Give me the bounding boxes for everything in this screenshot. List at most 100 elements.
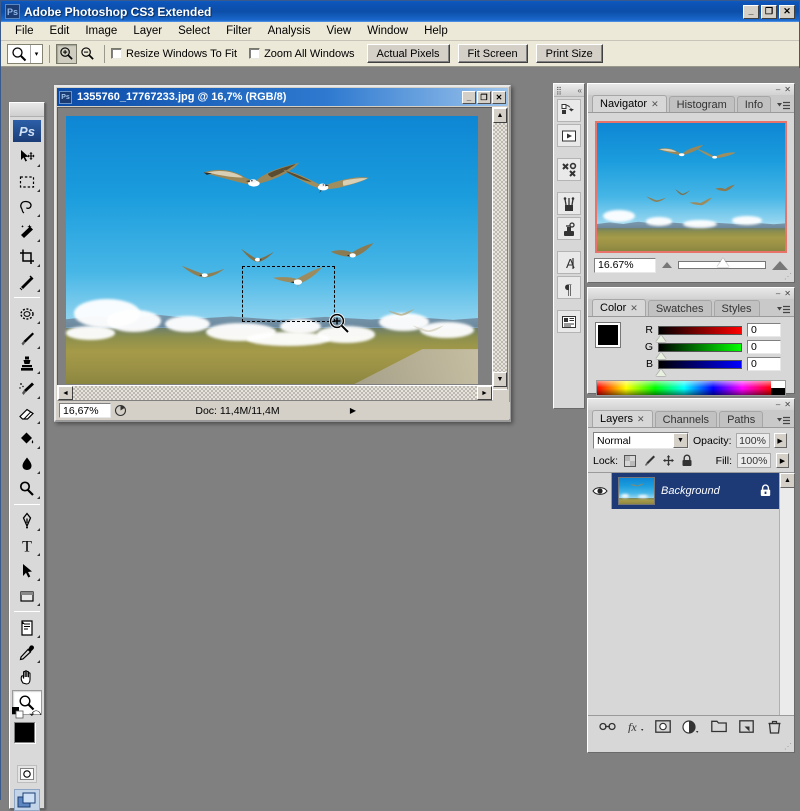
color-panel-menu-icon[interactable] [777,305,791,316]
tab-paths[interactable]: Paths [719,411,764,427]
menu-layer[interactable]: Layer [125,23,170,39]
maximize-button[interactable]: ❐ [761,4,777,19]
menu-view[interactable]: View [318,23,359,39]
table-row[interactable]: Background [588,473,794,509]
navigator-thumbnail-wrap[interactable] [588,113,794,257]
blue-slider-knob[interactable] [656,368,666,376]
layer-scroll-up-button[interactable]: ▲ [780,473,795,488]
zoom-all-windows-checkbox[interactable] [249,48,261,59]
brush-tool[interactable] [12,326,42,351]
slice-tool[interactable] [12,269,42,294]
eyedropper-tool[interactable] [12,640,42,665]
green-slider-track[interactable] [656,342,742,359]
actions-panel-icon[interactable] [557,124,581,147]
type-tool[interactable]: T [12,533,42,558]
layers-panel-menu-icon[interactable] [777,416,791,427]
document-preview-icon[interactable] [111,403,129,418]
layer-comps-panel-icon[interactable] [557,310,581,333]
scroll-right-button[interactable]: ► [477,386,492,400]
menu-help[interactable]: Help [416,23,456,39]
color-foreground-swatch[interactable] [595,322,621,348]
crop-tool[interactable] [12,244,42,269]
layers-minimize-icon[interactable]: – [776,400,780,409]
color-spectrum-ramp[interactable] [596,380,786,396]
close-button[interactable]: ✕ [779,4,795,19]
link-layers-icon[interactable] [599,718,617,736]
layer-list-scrollbar[interactable]: ▲ [779,473,795,715]
screen-mode-icon[interactable] [14,789,40,811]
print-size-button[interactable]: Print Size [535,44,603,63]
navigator-panel-menu-icon[interactable] [777,101,791,112]
menu-select[interactable]: Select [170,23,218,39]
color-close-icon[interactable]: ✕ [784,289,791,298]
notes-tool[interactable] [12,615,42,640]
clone-stamp-tool[interactable] [12,351,42,376]
resize-windows-checkbox[interactable] [111,48,122,59]
brushes-panel-icon[interactable] [557,192,581,215]
clone-source-panel-icon[interactable] [557,217,581,240]
current-tool-selector[interactable]: ▾ [7,43,43,64]
layer-name[interactable]: Background [661,485,759,497]
canvas-area[interactable] [57,107,493,390]
document-zoom-field[interactable]: 16,67% [59,403,111,418]
history-brush-tool[interactable] [12,376,42,401]
healing-brush-tool[interactable] [12,301,42,326]
navigator-thumbnail[interactable] [595,121,787,253]
new-layer-icon[interactable] [737,718,755,736]
adjustment-layer-icon[interactable] [682,718,700,736]
document-horizontal-scrollbar[interactable]: ◄ ► [57,385,493,401]
navigator-close-icon[interactable]: ✕ [784,85,791,94]
document-maximize-button[interactable]: ❐ [477,90,491,104]
pen-tool[interactable] [12,508,42,533]
character-panel-icon[interactable]: A [557,251,581,274]
menu-image[interactable]: Image [77,23,125,39]
layer-visibility-toggle[interactable] [588,473,612,509]
foreground-color-swatch[interactable] [14,722,35,743]
tool-presets-panel-icon[interactable] [557,158,581,181]
lasso-tool[interactable] [12,194,42,219]
tab-color[interactable]: Color ✕ [592,299,646,316]
document-close-button[interactable]: ✕ [492,90,506,104]
horizontal-scroll-track[interactable] [73,386,477,400]
zoom-in-large-icon[interactable] [772,260,788,270]
tab-navigator-close-icon[interactable]: ✕ [651,99,659,110]
green-value-field[interactable]: 0 [747,340,781,354]
fill-field[interactable]: 100% [737,453,771,468]
opacity-field[interactable]: 100% [735,433,770,448]
blend-mode-select[interactable]: Normal ▼ [593,432,689,449]
minimize-button[interactable]: _ [743,4,759,19]
paint-bucket-tool[interactable] [12,426,42,451]
document-title-bar[interactable]: Ps 1355760_17767233.jpg @ 16,7% (RGB/8) … [57,88,508,106]
move-tool[interactable] [12,144,42,169]
tools-palette-grip[interactable] [10,103,44,117]
layer-style-icon[interactable]: fx [627,718,645,736]
navigator-minimize-icon[interactable]: – [776,85,780,94]
history-panel-icon[interactable] [557,99,581,122]
delete-layer-icon[interactable] [765,718,783,736]
new-group-icon[interactable] [710,718,728,736]
blue-value-field[interactable]: 0 [747,357,781,371]
eraser-tool[interactable] [12,401,42,426]
menu-analysis[interactable]: Analysis [260,23,319,39]
fill-stepper-icon[interactable]: ▶ [776,453,789,468]
tab-info[interactable]: Info [736,96,772,112]
menu-filter[interactable]: Filter [218,23,260,39]
layer-mask-icon[interactable] [654,718,672,736]
tab-layers-close-icon[interactable]: ✕ [637,414,645,425]
vertical-scroll-track[interactable] [493,123,507,372]
document-info-menu-icon[interactable]: ▶ [346,404,360,418]
scroll-up-button[interactable]: ▲ [493,108,507,123]
marquee-tool[interactable] [12,169,42,194]
magic-wand-tool[interactable] [12,219,42,244]
tab-swatches[interactable]: Swatches [647,300,712,316]
lock-all-icon[interactable] [680,454,694,468]
navigator-zoom-field[interactable]: 16.67% [594,257,656,273]
tab-navigator[interactable]: Navigator ✕ [592,95,667,112]
dock-collapse-icon[interactable]: « [578,86,582,95]
lock-transparency-icon[interactable] [623,454,637,468]
paragraph-panel-icon[interactable]: ¶ [557,276,581,299]
document-vertical-scrollbar[interactable]: ▲ ▼ [492,107,508,390]
fit-screen-button[interactable]: Fit Screen [457,44,528,63]
menu-file[interactable]: File [7,23,42,39]
color-minimize-icon[interactable]: – [776,289,780,298]
